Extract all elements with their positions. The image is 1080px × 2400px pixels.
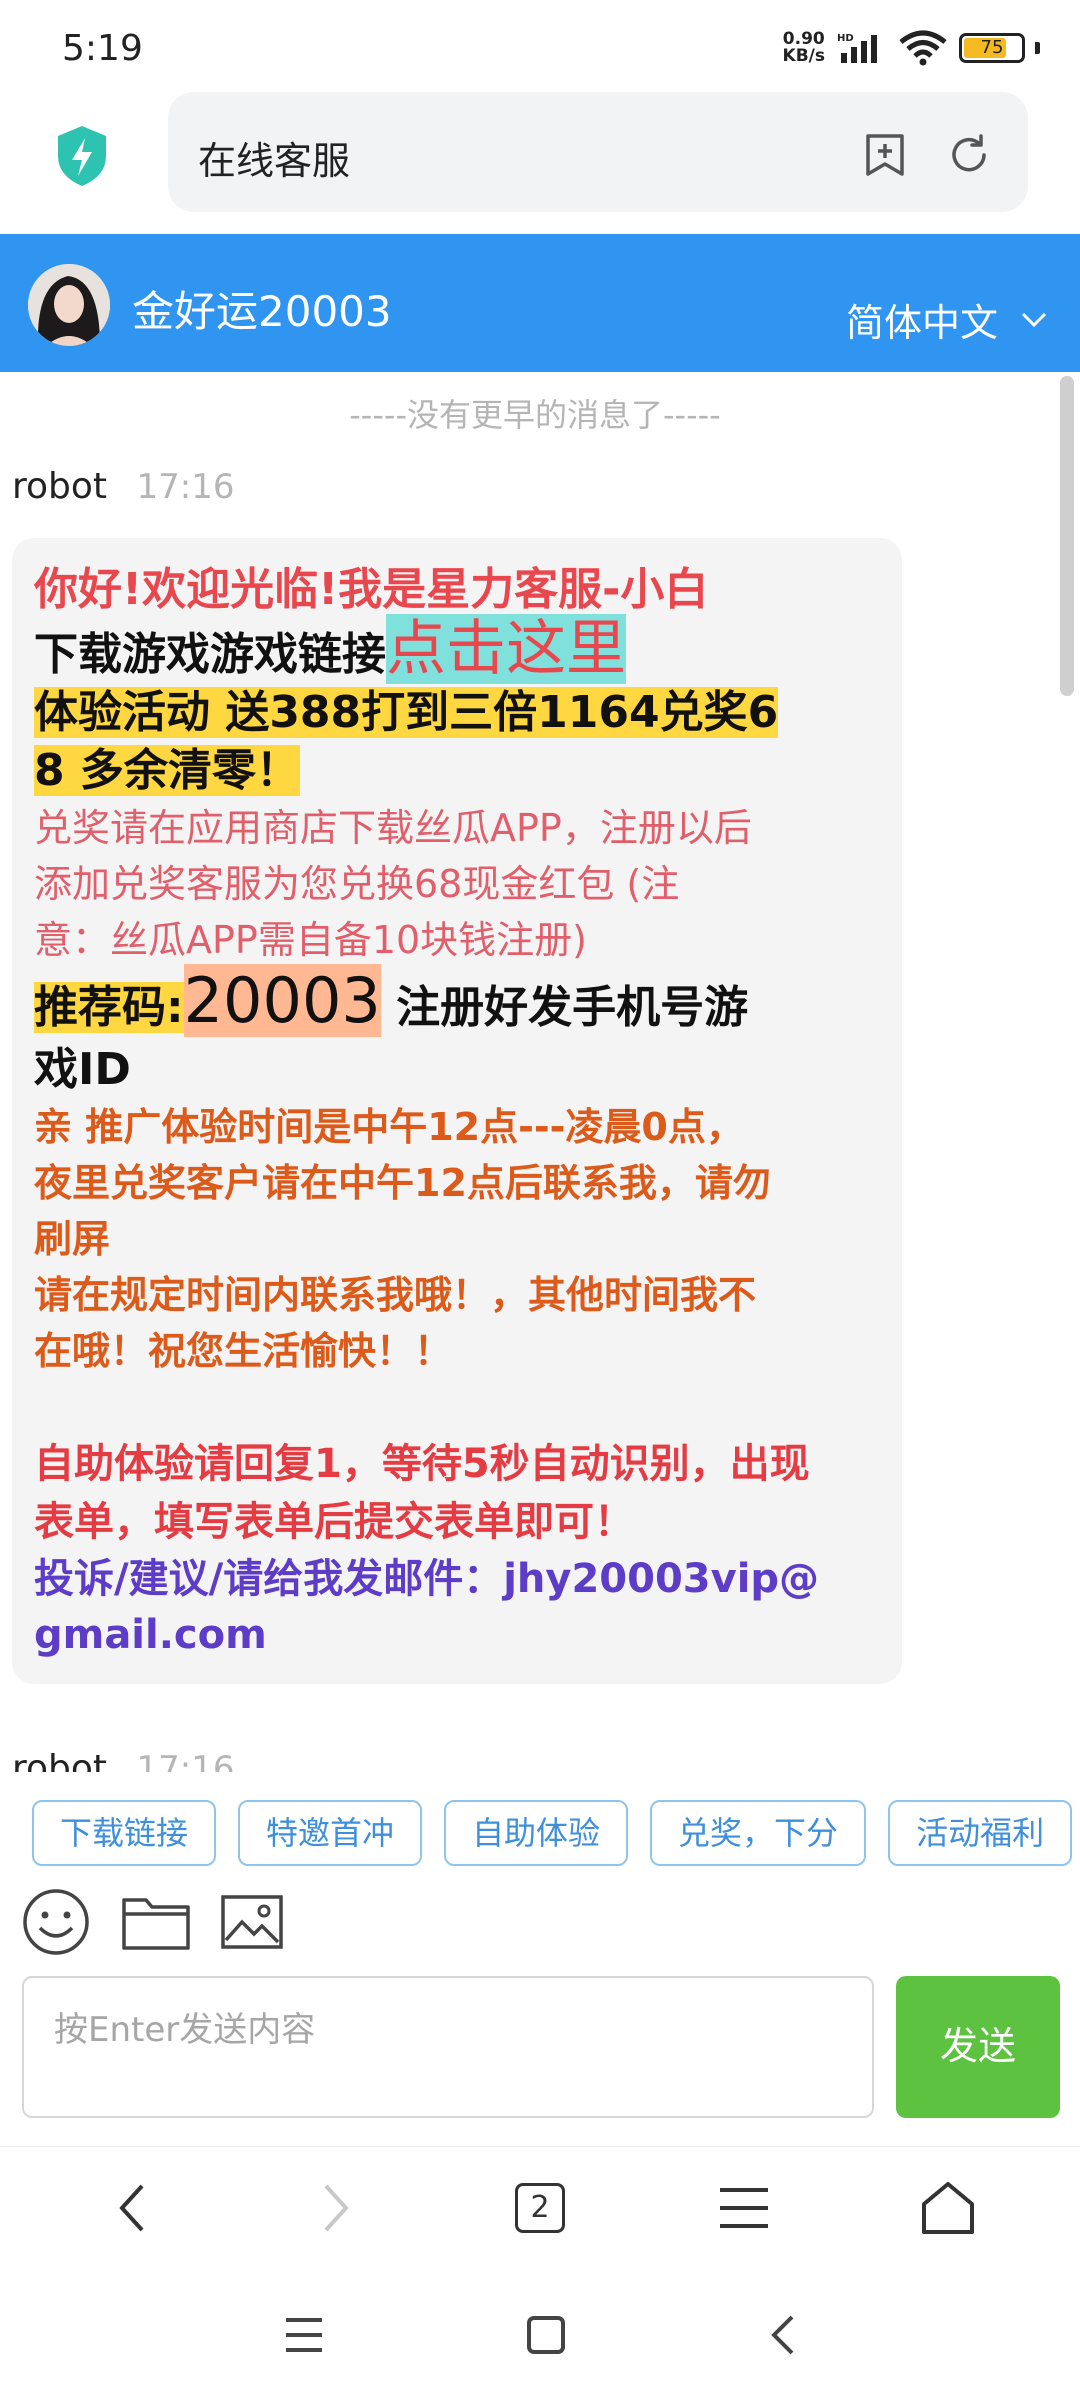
contact-line-1: 请在规定时间内联系我哦！，其他时间我不 [34, 1273, 757, 1317]
quick-reply-benefits[interactable]: 活动福利 [888, 1800, 1073, 1866]
self-help-line-2: 表单，填写表单后提交表单即可！ [34, 1499, 634, 1545]
no-more-messages: -----没有更早的消息了----- [349, 396, 721, 434]
image-icon[interactable] [220, 1894, 284, 1950]
activity-text-1: 体验活动 送388打到三倍1164兑奖6 [34, 687, 779, 738]
message-meta: robot 17:16 [12, 466, 234, 507]
message-input[interactable] [22, 1976, 874, 2118]
redeem-line-1: 兑奖请在应用商店下载丝瓜APP，注册以后 [34, 806, 752, 850]
add-bookmark-icon[interactable] [862, 132, 908, 178]
message-time: 17:16 [136, 1749, 235, 1772]
referral-line: 推荐码:20003 注册好发手机号游 [34, 964, 884, 1041]
referral-label: 推荐码: [34, 982, 184, 1033]
battery-level: 75 [980, 37, 1004, 58]
referral-code: 20003 [183, 964, 381, 1037]
download-prefix: 下载游戏游戏链接 [34, 629, 386, 680]
language-label: 简体中文 [845, 301, 998, 345]
back-button[interactable] [72, 2158, 192, 2258]
browser-address-bar: 在线客服 [0, 88, 1080, 234]
message-meta-2: robot 17:16 [12, 1748, 234, 1772]
chat-header: 金好运20003 简体中文 [0, 234, 1080, 372]
redeem-line-2: 添加兑奖客服为您兑换68现金红包 (注 [34, 862, 680, 906]
url-text: 在线客服 [198, 139, 351, 183]
message-sender: robot [12, 466, 108, 507]
referral-line-2: 戏ID [34, 1044, 131, 1095]
hours-line-2: 夜里兑奖客户请在中午12点后联系我，请勿 [34, 1161, 771, 1205]
reload-icon[interactable] [946, 132, 992, 178]
hours-line-3: 刷屏 [34, 1217, 111, 1261]
language-select[interactable]: 简体中文 [846, 292, 1048, 347]
chevron-left-icon [119, 2184, 144, 2231]
complaint-line-2: gmail.com [34, 1612, 267, 1658]
chat-area[interactable]: -----没有更早的消息了----- robot 17:16 你好!欢迎光临!我… [0, 372, 1080, 1772]
quick-replies: 下载链接 特邀首冲 自助体验 兑奖，下分 活动福利 [32, 1800, 1080, 1868]
network-speed-unit: KB/s [782, 46, 825, 66]
battery-icon: 75 [959, 33, 1025, 63]
activity-text-2: 8 多余清零！ [34, 745, 300, 796]
status-time: 5:19 [62, 28, 143, 69]
system-nav [0, 2270, 1080, 2400]
status-indicators: 0.90 KB/s HD 75 [783, 30, 1040, 66]
activity-line-2: 8 多余清零！ [34, 742, 884, 800]
system-home-icon[interactable] [526, 2315, 566, 2355]
composer-tools [20, 1886, 284, 1958]
download-link[interactable]: 点击这里 [386, 614, 626, 684]
status-bar: 5:19 0.90 KB/s HD 75 [0, 0, 1080, 90]
complaint-line-1: 投诉/建议/请给我发邮件：jhy20003vip@ [34, 1556, 820, 1602]
menu-button[interactable] [684, 2158, 804, 2258]
message-bubble: 你好!欢迎光临!我是星力客服-小白 下载游戏游戏链接点击这里 体验活动 送388… [12, 538, 902, 1684]
redeem-line-3: 意：丝瓜APP需自备10块钱注册) [34, 918, 588, 962]
chevron-right-icon [324, 2184, 349, 2231]
message-time: 17:16 [136, 467, 235, 507]
chat-scrollbar[interactable] [1060, 376, 1074, 696]
wifi-icon [899, 30, 947, 66]
folder-icon[interactable] [120, 1892, 192, 1952]
quick-reply-first-deposit[interactable]: 特邀首冲 [238, 1800, 423, 1866]
send-button[interactable]: 发送 [896, 1976, 1060, 2118]
home-button[interactable] [888, 2158, 1008, 2258]
browser-nav: 2 [0, 2146, 1080, 2268]
menu-icon [720, 2187, 768, 2228]
network-speed: 0.90 KB/s [783, 31, 825, 65]
self-help-line-1: 自助体验请回复1，等待5秒自动识别，出现 [34, 1441, 810, 1487]
quick-reply-redeem[interactable]: 兑奖，下分 [650, 1800, 867, 1866]
tab-count: 2 [515, 2182, 565, 2233]
quick-reply-download[interactable]: 下载链接 [32, 1800, 217, 1866]
svg-text:HD: HD [837, 33, 854, 44]
url-field[interactable]: 在线客服 [168, 92, 1028, 212]
quick-reply-self-help[interactable]: 自助体验 [444, 1800, 629, 1866]
shield-bolt-icon[interactable] [54, 124, 110, 188]
message-sender: robot [12, 1748, 108, 1772]
greeting-line: 你好!欢迎光临!我是星力客服-小白 [34, 564, 709, 615]
chat-title: 金好运20003 [132, 287, 392, 336]
contact-line-2: 在哦！祝您生活愉快！！ [34, 1329, 453, 1373]
referral-suffix: 注册好发手机号游 [380, 982, 749, 1033]
signal-icon: HD [837, 33, 877, 63]
hours-line-1: 亲 推广体验时间是中午12点---凌晨0点， [34, 1105, 744, 1149]
home-icon [922, 2181, 974, 2234]
chevron-down-icon [1021, 312, 1047, 327]
download-line: 下载游戏游戏链接点击这里 [34, 614, 884, 684]
agent-avatar [28, 264, 110, 346]
battery-cap [1035, 42, 1040, 54]
forward-button[interactable] [276, 2158, 396, 2258]
system-back-icon[interactable] [766, 2313, 798, 2357]
recent-apps-icon[interactable] [282, 2315, 326, 2355]
emoji-icon[interactable] [20, 1886, 92, 1958]
tabs-button[interactable]: 2 [480, 2158, 600, 2258]
activity-line: 体验活动 送388打到三倍1164兑奖6 [34, 684, 884, 742]
